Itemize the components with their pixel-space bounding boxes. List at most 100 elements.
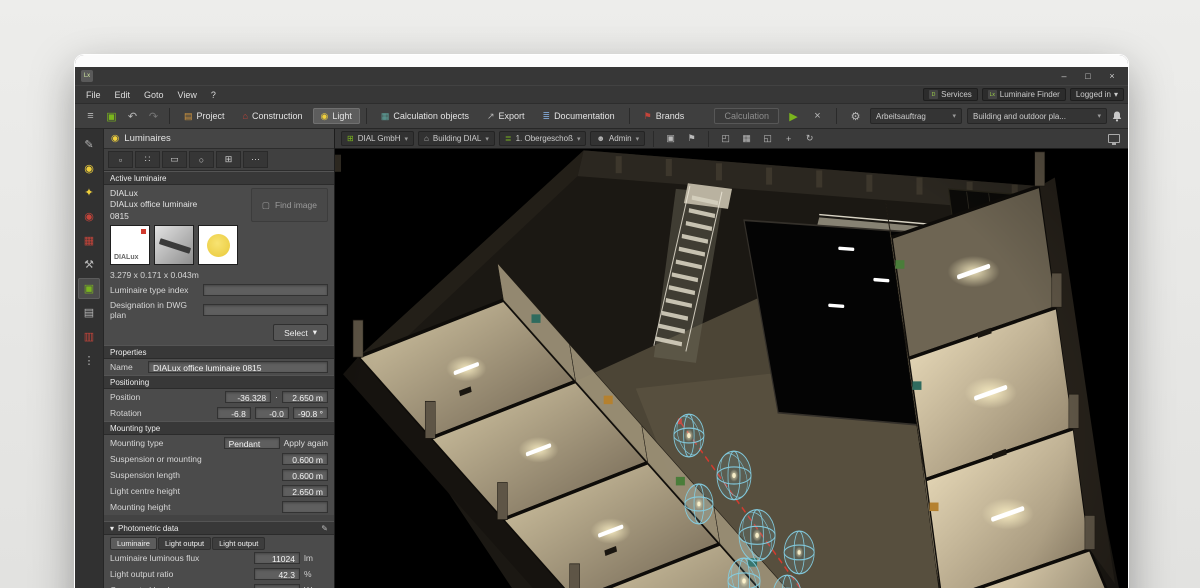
minimize-button[interactable]: – [1052, 68, 1076, 84]
tab-brands[interactable]: ⚑ Brands [636, 108, 693, 124]
name-input[interactable]: DIALux office luminaire 0815 [148, 361, 328, 373]
luminaire-finder-button[interactable]: Lx Luminaire Finder [982, 88, 1066, 101]
mounting-height-input[interactable] [282, 501, 328, 513]
view-grid-icon[interactable]: ▦ [738, 131, 755, 146]
light-scene-tool-icon[interactable]: ✦ [78, 182, 100, 203]
section-mounting-type: Mounting type [104, 421, 334, 435]
edit-pencil-icon[interactable]: ✎ [321, 524, 328, 533]
start-calculation-play-icon[interactable]: ▶ [784, 107, 803, 125]
type-index-input[interactable] [203, 284, 328, 296]
tab-light[interactable]: ◉ Light [313, 108, 360, 124]
chevron-down-icon: ▾ [1114, 90, 1118, 99]
documentation-icon: ≣ [543, 112, 551, 121]
position-z-input[interactable]: 2.650 m [282, 391, 328, 403]
menu-file[interactable]: File [79, 89, 108, 101]
luminous-flux-input[interactable]: 11024 [254, 552, 300, 564]
company-dropdown[interactable]: ⊞ DIAL GmbH ▾ [341, 131, 414, 146]
notifications-bell-icon[interactable] [1112, 111, 1122, 122]
filter-tool-icon[interactable]: ▥ [78, 326, 100, 347]
rotation-x-input[interactable]: -6.8 [217, 407, 251, 419]
plan-flag-icon[interactable]: ⚑ [683, 131, 700, 146]
redo-icon[interactable]: ↷ [144, 107, 163, 125]
3d-canvas[interactable] [335, 149, 1128, 588]
luminaire-tool-icon[interactable]: ◉ [78, 158, 100, 179]
3d-scene[interactable] [335, 149, 1128, 588]
tab-luminaire[interactable]: Luminaire [110, 537, 157, 550]
manufacturer-logo-thumbnail[interactable]: DIALux [110, 225, 150, 265]
suspension-length-row: Suspension length 0.600 m [104, 467, 334, 483]
tab-project[interactable]: ▤ Project [176, 108, 233, 124]
luminaires-icon: ◉ [111, 133, 119, 144]
user-dropdown[interactable]: ☻ Admin ▾ [590, 131, 645, 146]
suspension-input[interactable]: 0.600 m [282, 453, 328, 465]
undo-icon[interactable]: ↶ [123, 107, 142, 125]
menu-goto[interactable]: Goto [137, 89, 171, 101]
cancel-calculation-icon[interactable]: × [808, 107, 827, 125]
arrangement-circle-icon[interactable]: ○ [189, 151, 214, 168]
light-centre-height-input[interactable]: 2.650 m [282, 485, 328, 497]
tab-documentation[interactable]: ≣ Documentation [535, 108, 623, 124]
refresh-view-icon[interactable]: ↻ [801, 131, 818, 146]
section-photometric-data[interactable]: ▾ Photometric data ✎ [104, 521, 334, 535]
rotation-y-input[interactable]: -0.0 [255, 407, 289, 419]
ldc-diagram-thumbnail[interactable] [198, 225, 238, 265]
logged-in-button[interactable]: Logged in ▾ [1070, 88, 1124, 101]
arrangement-line-icon[interactable]: ▭ [162, 151, 187, 168]
section-properties: Properties [104, 345, 334, 359]
tab-construction[interactable]: ⌂ Construction [235, 108, 311, 124]
ldc-curve [207, 234, 230, 257]
find-image-button[interactable]: ▢ Find image [251, 188, 328, 222]
active-plan-cube-icon[interactable]: ▣ [662, 131, 679, 146]
menu-help[interactable]: ? [204, 89, 223, 101]
floor-dropdown[interactable]: ≣ 1. Obergeschoß ▾ [499, 131, 587, 146]
tab-calculation-objects[interactable]: ▦ Calculation objects [373, 108, 477, 124]
save-icon[interactable]: ▣ [102, 107, 121, 125]
tab-light-output-2[interactable]: Light output [212, 537, 265, 550]
close-button[interactable]: × [1100, 68, 1124, 84]
view-plan-icon[interactable]: ◱ [759, 131, 776, 146]
settings-gear-icon[interactable]: ⚙ [846, 107, 865, 125]
menu-edit[interactable]: Edit [108, 89, 138, 101]
more-tools-icon[interactable]: ⋮ [78, 350, 100, 371]
luminous-flux-row: Luminaire luminous flux 11024 lm [104, 550, 334, 566]
wrench-tool-icon[interactable]: ⚒ [78, 254, 100, 275]
view-mode-dropdown[interactable]: Building and outdoor pla... ▾ [967, 108, 1107, 124]
display-icon[interactable] [1105, 131, 1122, 146]
scene-tool-icon[interactable]: ▣ [78, 278, 100, 299]
maximize-button[interactable]: □ [1076, 68, 1100, 84]
rotation-z-input[interactable]: -90.8 ° [293, 407, 328, 419]
mounting-type-select[interactable]: Pendant [224, 437, 280, 449]
view-perspective-icon[interactable]: ◰ [717, 131, 734, 146]
collapse-icon: ▾ [110, 524, 114, 533]
apply-again-link[interactable]: Apply again [284, 438, 328, 448]
workflow-dropdown[interactable]: Arbeitsauftrag ▾ [870, 108, 962, 124]
title-bar: Lx – □ × [75, 67, 1128, 85]
tab-export[interactable]: ↗ Export [479, 108, 533, 124]
project-icon: ▤ [184, 112, 193, 121]
construction-icon: ⌂ [243, 112, 248, 121]
lamp-tool-icon[interactable]: ◉ [78, 206, 100, 227]
suspension-length-input[interactable]: 0.600 m [282, 469, 328, 481]
dwg-input[interactable] [203, 304, 328, 316]
export-icon: ↗ [487, 112, 495, 121]
menu-view[interactable]: View [171, 89, 204, 101]
arrangement-single-icon[interactable]: ▫ [108, 151, 133, 168]
tab-light-output-1[interactable]: Light output [158, 537, 211, 550]
app-menu-icon[interactable]: ≡ [81, 107, 100, 125]
light-output-ratio-input[interactable]: 42.3 [254, 568, 300, 580]
edit-tool-icon[interactable]: ✎ [78, 134, 100, 155]
desktop-background: Lx – □ × File Edit Goto View ? D Service… [0, 0, 1200, 588]
arrangement-tool-icon[interactable]: ▦ [78, 230, 100, 251]
building-dropdown[interactable]: ⌂ Building DIAL ▾ [418, 131, 495, 146]
luminaire-photo-thumbnail[interactable] [154, 225, 194, 265]
connected-load-input[interactable]: 328.8 [254, 584, 300, 588]
arrangement-field-icon[interactable]: ∷ [135, 151, 160, 168]
group-tool-icon[interactable]: ▤ [78, 302, 100, 323]
select-button[interactable]: Select ▾ [273, 324, 328, 341]
services-button[interactable]: D Services [923, 88, 978, 101]
position-x-input[interactable]: -36.328 [225, 391, 271, 403]
zoom-plus-icon[interactable]: + [780, 131, 797, 146]
arrangement-more-icon[interactable]: ⋯ [243, 151, 268, 168]
name-row: Name DIALux office luminaire 0815 [104, 359, 334, 375]
arrangement-grid-icon[interactable]: ⊞ [216, 151, 241, 168]
